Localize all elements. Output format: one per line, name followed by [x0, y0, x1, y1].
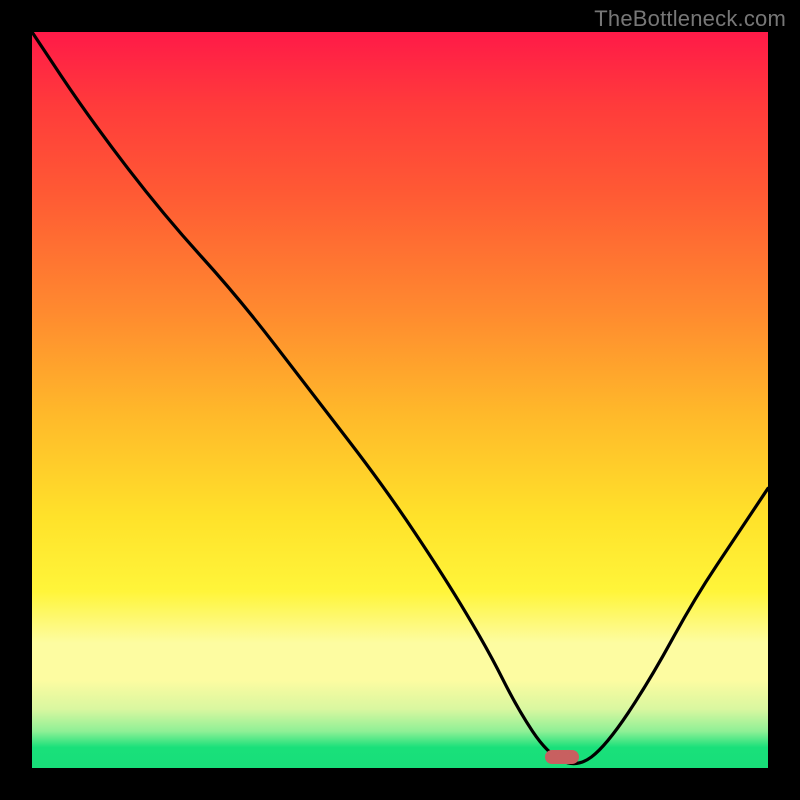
- curve-layer: [32, 32, 768, 768]
- bottleneck-curve: [32, 32, 768, 764]
- watermark-text: TheBottleneck.com: [594, 6, 786, 32]
- chart-stage: TheBottleneck.com: [0, 0, 800, 800]
- optimum-marker: [545, 750, 579, 764]
- plot-frame: [32, 32, 768, 768]
